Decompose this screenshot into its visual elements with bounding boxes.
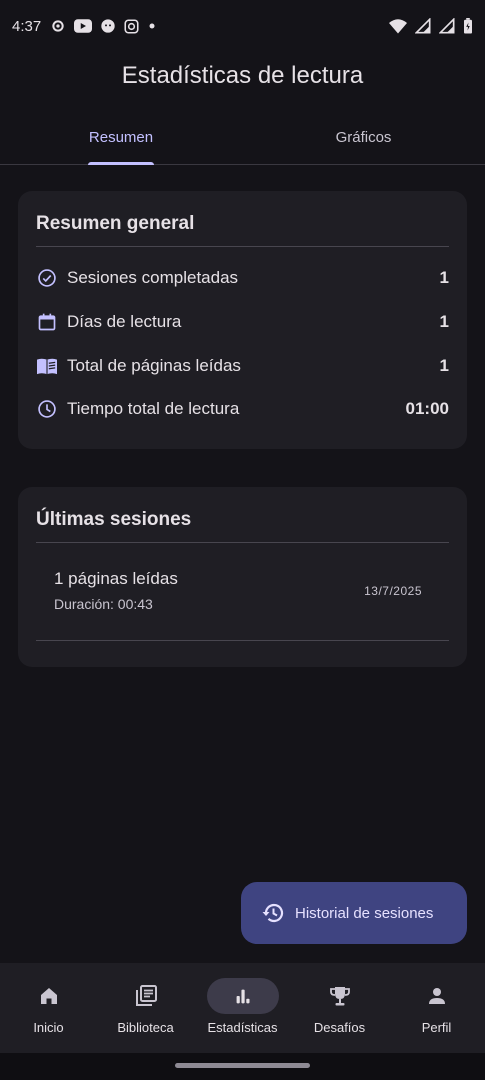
youtube-icon	[74, 19, 92, 33]
stat-value: 1	[439, 312, 449, 331]
stat-value: 1	[439, 356, 449, 375]
session-title: 1 páginas leídas	[54, 569, 178, 588]
nav-item-biblioteca[interactable]: Biblioteca	[97, 963, 194, 1053]
tab-indicator	[88, 162, 154, 165]
nav-pill	[304, 978, 376, 1014]
battery-icon	[464, 18, 472, 34]
settings-gear-icon	[52, 20, 64, 32]
signal-icon	[415, 18, 431, 34]
summary-card-title: Resumen general	[36, 213, 195, 234]
gesture-handle[interactable]	[175, 1063, 310, 1068]
stat-row-sessions: Sesiones completadas 1	[36, 263, 449, 293]
nav-item-inicio[interactable]: Inicio	[0, 963, 97, 1053]
person-icon	[428, 988, 445, 1004]
android-icon	[101, 19, 115, 33]
notification-icons	[50, 18, 157, 34]
stat-label: Tiempo total de lectura	[67, 399, 240, 418]
trophy-icon	[329, 987, 350, 1006]
tab-graficos[interactable]: Gráficos	[242, 110, 485, 164]
recent-sessions-divider	[36, 542, 449, 543]
instagram-icon	[124, 18, 139, 34]
stat-label: Total de páginas leídas	[67, 356, 241, 375]
nav-item-perfil[interactable]: Perfil	[388, 963, 485, 1053]
wifi-icon	[389, 19, 407, 34]
stat-row-days: Días de lectura 1	[36, 307, 449, 337]
tab-bar: Resumen Gráficos	[0, 110, 485, 165]
nav-item-estadisticas[interactable]: Estadísticas	[194, 963, 291, 1053]
book-open-icon	[36, 355, 58, 377]
recent-sessions-card: Últimas sesiones 1 páginas leídas Duraci…	[18, 487, 467, 667]
dot-icon	[149, 23, 155, 29]
session-duration: Duración: 00:43	[54, 596, 153, 612]
session-date: 13/7/2025	[364, 584, 422, 598]
session-history-label: Historial de sesiones	[295, 904, 434, 922]
stat-row-time: Tiempo total de lectura 01:00	[36, 394, 449, 424]
page-title: Estadísticas de lectura	[121, 62, 364, 89]
nav-pill	[110, 978, 182, 1014]
nav-label: Perfil	[421, 1020, 452, 1035]
stat-label: Sesiones completadas	[67, 268, 239, 287]
clock-icon	[36, 398, 58, 420]
summary-divider	[36, 246, 449, 247]
nav-label: Biblioteca	[117, 1020, 174, 1035]
stat-value: 01:00	[405, 399, 449, 418]
nav-label: Estadísticas	[207, 1020, 278, 1035]
home-icon	[40, 988, 57, 1004]
nav-label: Desafíos	[313, 1020, 366, 1035]
bottom-navigation: Inicio Biblioteca Estadísticas Desafíos …	[0, 963, 485, 1053]
signal-icon-2	[439, 18, 455, 34]
nav-item-desafios[interactable]: Desafíos	[291, 963, 388, 1053]
nav-pill	[13, 978, 85, 1014]
summary-card: Resumen general Sesiones completadas 1 D…	[18, 191, 467, 449]
history-icon	[262, 903, 284, 923]
system-icons	[389, 18, 473, 34]
recent-sessions-title: Últimas sesiones	[36, 509, 192, 530]
check-circle-icon	[36, 267, 58, 289]
session-history-button[interactable]: Historial de sesiones	[241, 882, 467, 944]
status-time: 4:37	[12, 18, 42, 35]
status-bar: 4:37	[0, 0, 485, 56]
session-divider	[36, 640, 449, 641]
tab-resumen[interactable]: Resumen	[0, 110, 242, 164]
stat-row-pages: Total de páginas leídas 1	[36, 351, 449, 381]
library-icon	[135, 985, 157, 1006]
calendar-icon	[36, 311, 58, 333]
nav-pill	[401, 978, 473, 1014]
nav-pill-active	[206, 978, 279, 1014]
bar-chart-icon	[236, 989, 250, 1004]
stat-value: 1	[439, 268, 449, 287]
nav-label: Inicio	[33, 1020, 64, 1035]
gesture-bar	[0, 1053, 485, 1080]
stat-label: Días de lectura	[67, 312, 182, 331]
